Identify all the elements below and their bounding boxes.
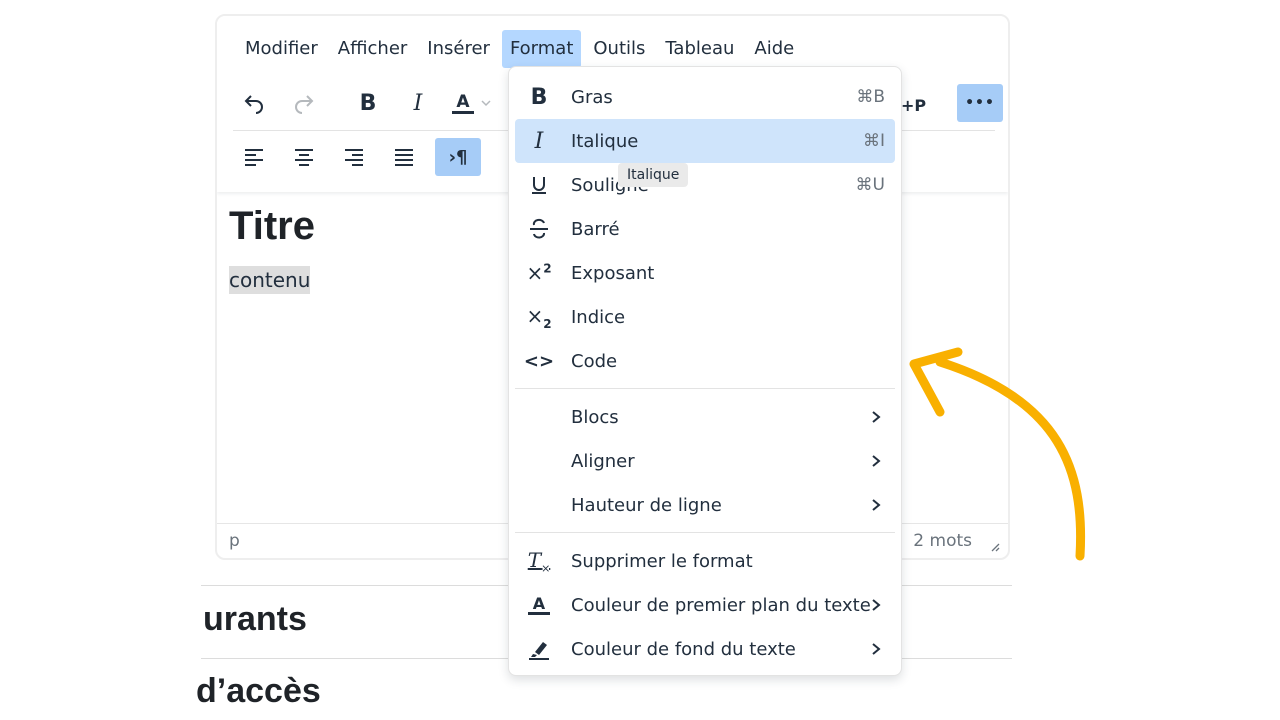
toolbar-hidden-button-icon[interactable]: +P — [901, 96, 926, 115]
undo-icon — [244, 95, 263, 114]
menu-tableau[interactable]: Tableau — [657, 30, 742, 68]
chevron-right-icon — [872, 411, 881, 423]
italic-icon: I — [534, 128, 544, 154]
text-color-icon: A — [452, 93, 474, 114]
undo-button[interactable] — [231, 84, 277, 122]
chevron-right-icon — [872, 599, 881, 611]
italic-icon: I — [413, 90, 423, 116]
menu-divider — [515, 388, 895, 389]
strikethrough-icon — [530, 218, 548, 239]
content-heading[interactable]: Titre — [229, 204, 315, 249]
format-menu: B Gras ⌘B I Italique ⌘I Souligné ⌘U Barr… — [508, 66, 902, 676]
toolbar-row-2: ›¶ — [231, 138, 485, 176]
tooltip: Italique — [618, 163, 689, 187]
more-button[interactable]: ••• — [957, 84, 1003, 122]
chevron-right-icon — [872, 643, 881, 655]
align-center-button[interactable] — [281, 138, 327, 176]
menu-afficher[interactable]: Afficher — [330, 30, 416, 68]
menu-item-strikethrough[interactable]: Barré — [515, 207, 895, 251]
align-right-icon — [345, 149, 363, 166]
page-heading: d’accès — [196, 672, 321, 710]
align-justify-button[interactable] — [381, 138, 427, 176]
menu-item-bold[interactable]: B Gras ⌘B — [515, 75, 895, 119]
italic-button[interactable]: I — [395, 84, 441, 122]
more-icon: ••• — [965, 95, 995, 111]
menu-item-align[interactable]: Aligner — [515, 439, 895, 483]
chevron-right-icon — [872, 499, 881, 511]
menu-divider — [515, 532, 895, 533]
code-icon: <> — [523, 350, 555, 372]
bold-button[interactable]: B — [345, 84, 391, 122]
element-path[interactable]: p — [229, 531, 240, 551]
content-paragraph[interactable]: contenu — [229, 266, 311, 294]
bold-icon: B — [359, 90, 377, 116]
bold-icon: B — [530, 84, 548, 110]
page-heading: urants — [203, 600, 307, 638]
menu-modifier[interactable]: Modifier — [237, 30, 326, 68]
chevron-down-icon — [481, 100, 491, 107]
menu-item-superscript[interactable]: ×2 Exposant — [515, 251, 895, 295]
menu-item-line-height[interactable]: Hauteur de ligne — [515, 483, 895, 527]
align-right-button[interactable] — [331, 138, 377, 176]
align-left-button[interactable] — [231, 138, 277, 176]
ltr-direction-button[interactable]: ›¶ — [435, 138, 481, 176]
paragraph-direction-icon: ›¶ — [448, 146, 468, 168]
align-center-icon — [295, 149, 313, 166]
align-justify-icon — [395, 149, 413, 166]
menu-outils[interactable]: Outils — [585, 30, 653, 68]
redo-button[interactable] — [281, 84, 327, 122]
chevron-right-icon — [872, 455, 881, 467]
menu-item-subscript[interactable]: ×2 Indice — [515, 295, 895, 339]
menu-format[interactable]: Format — [501, 30, 582, 68]
align-left-icon — [245, 149, 263, 166]
menu-item-text-color[interactable]: A Couleur de premier plan du texte — [515, 583, 895, 627]
word-count[interactable]: 2 mots — [913, 531, 972, 551]
menu-inserer[interactable]: Insérer — [419, 30, 498, 68]
superscript-icon: ×2 — [526, 261, 552, 285]
text-color-button[interactable]: A — [445, 84, 499, 122]
resize-handle-icon[interactable] — [988, 540, 1000, 552]
redo-icon — [295, 95, 314, 114]
menu-item-remove-format[interactable]: T× Supprimer le format — [515, 539, 895, 583]
text-color-icon: A — [528, 595, 550, 615]
subscript-icon: ×2 — [526, 303, 552, 331]
menu-aide[interactable]: Aide — [746, 30, 802, 68]
menu-item-code[interactable]: <> Code — [515, 339, 895, 383]
remove-format-icon: T× — [527, 547, 551, 575]
menu-item-italic[interactable]: I Italique ⌘I — [515, 119, 895, 163]
toolbar-row-1: B I A — [231, 84, 503, 122]
menu-item-blocks[interactable]: Blocs — [515, 395, 895, 439]
menu-item-underline[interactable]: Souligné ⌘U — [515, 163, 895, 207]
underline-icon — [532, 177, 546, 194]
highlighter-icon — [529, 642, 549, 660]
menubar: Modifier Afficher Insérer Format Outils … — [237, 30, 806, 68]
menu-item-background-color[interactable]: Couleur de fond du texte — [515, 627, 895, 671]
